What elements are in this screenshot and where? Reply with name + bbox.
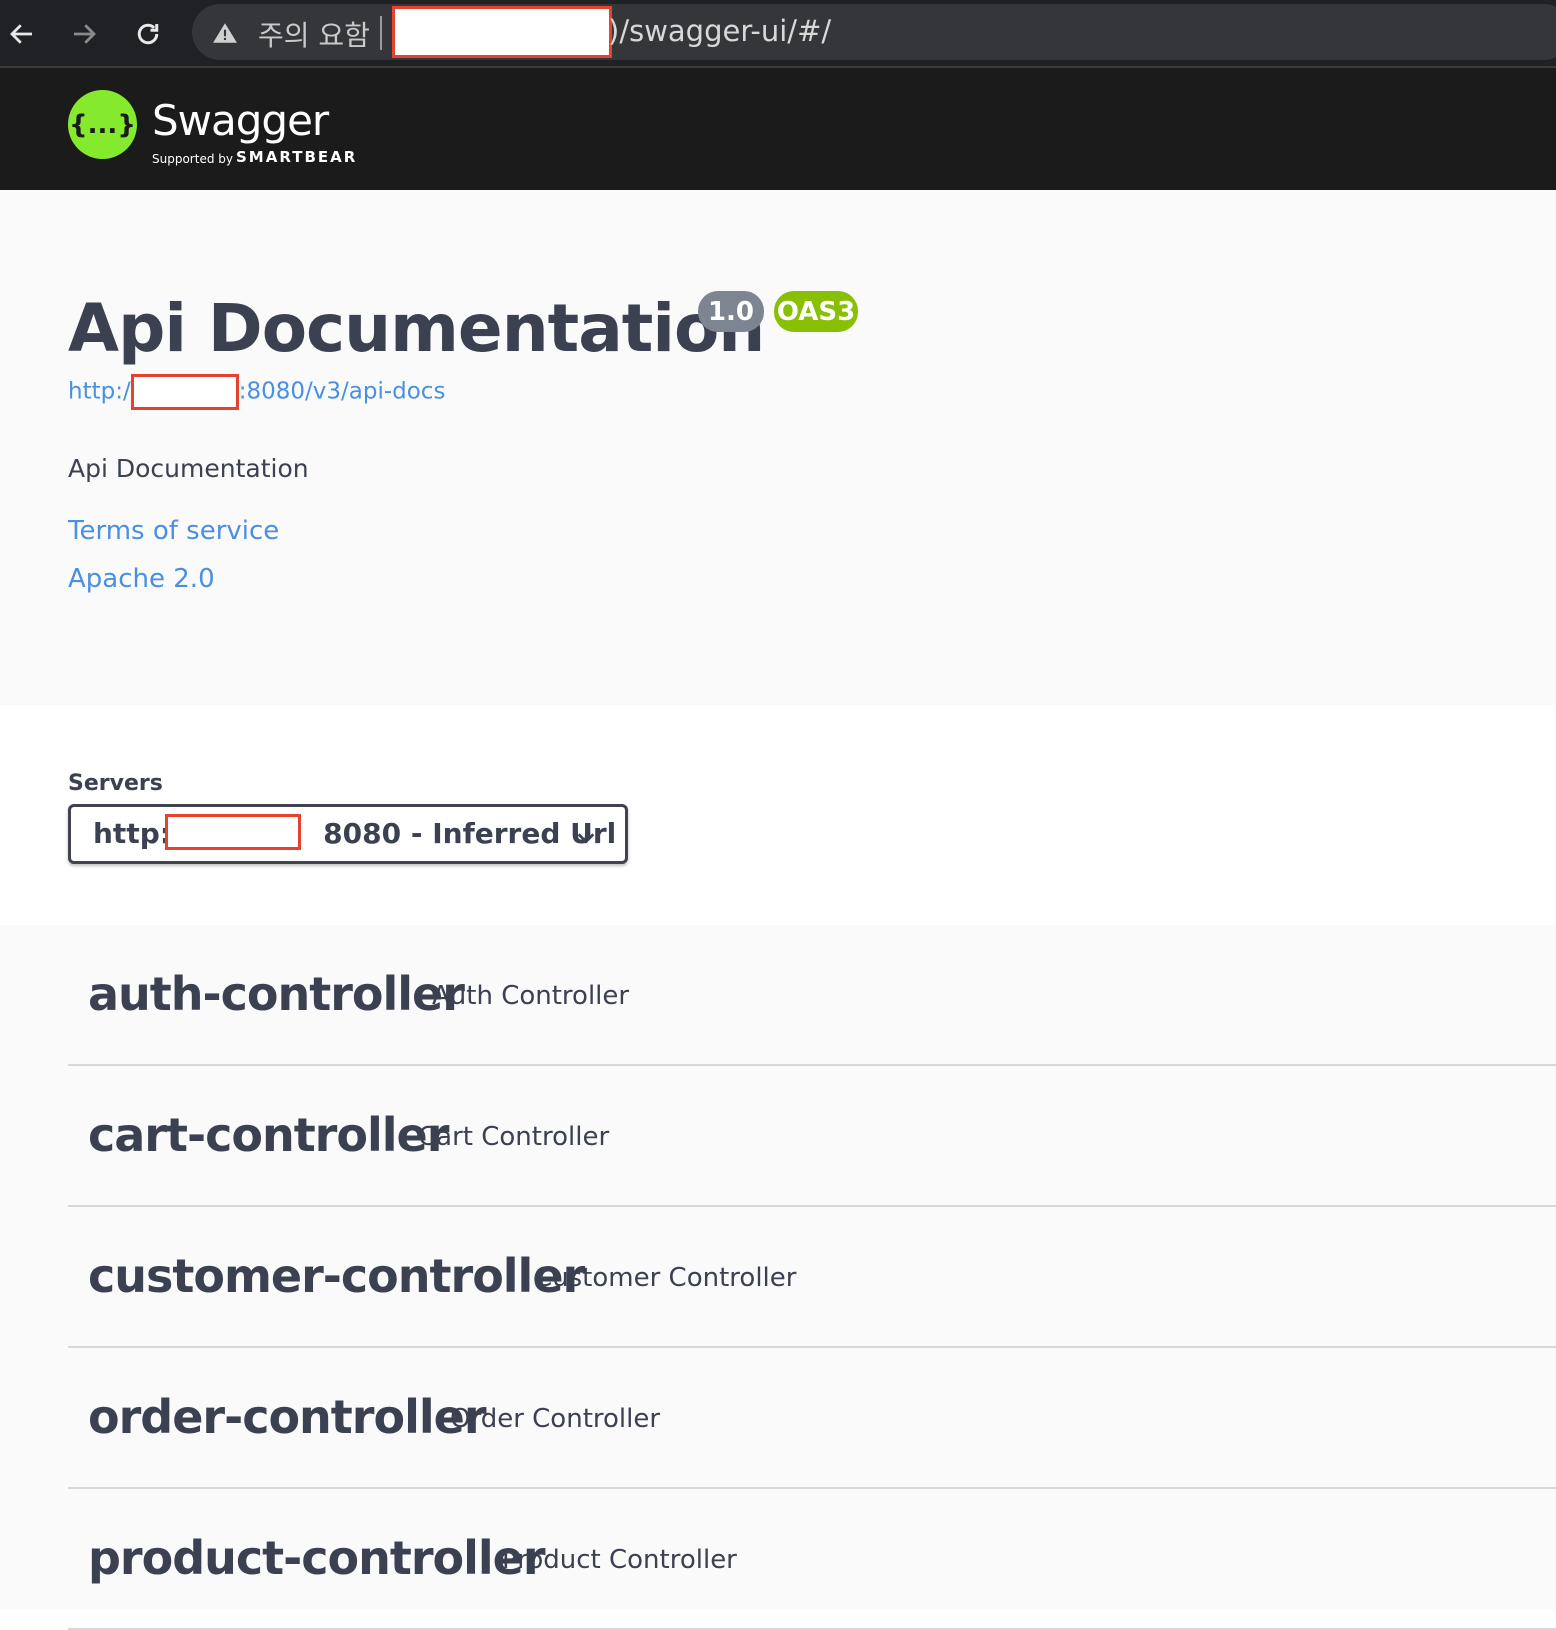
api-docs-link-prefix: http:/ (68, 378, 131, 405)
license-link[interactable]: Apache 2.0 (68, 564, 215, 594)
swagger-logo-icon[interactable]: {...} (68, 90, 137, 159)
api-description: Api Documentation (68, 454, 309, 483)
reload-icon[interactable] (126, 12, 170, 56)
tag-auth-controller[interactable]: auth-controller Auth Controller (68, 925, 1556, 1066)
smartbear-logo: SMARTBEAR (236, 148, 358, 166)
oas-badge: OAS3 (774, 291, 858, 332)
forward-arrow-icon[interactable] (62, 12, 106, 56)
tag-name[interactable]: product-controller (88, 1531, 546, 1585)
servers-section: Servers http:/8080 - Inferred Url (0, 705, 1556, 925)
tag-description: Order Controller (450, 1404, 661, 1434)
address-divider (380, 16, 382, 50)
redacted-host (392, 6, 612, 58)
version-badge: 1.0 (698, 291, 764, 332)
chevron-down-icon (577, 833, 595, 844)
url-path[interactable]: )/swagger-ui/#/ (608, 14, 831, 48)
security-warning-text[interactable]: 주의 요함 (258, 14, 370, 54)
api-info-section: Api Documentation 1.0 OAS3 http:/ :8080/v… (0, 190, 1556, 705)
operations-section: auth-controller Auth Controller cart-con… (0, 925, 1556, 1630)
redacted-host (165, 814, 301, 850)
tag-description: Customer Controller (534, 1263, 797, 1293)
api-docs-link[interactable]: http:/ :8080/v3/api-docs (68, 374, 445, 410)
api-title: Api Documentation (68, 290, 765, 367)
address-bar[interactable]: 주의 요함 )/swagger-ui/#/ (192, 4, 1556, 60)
servers-label: Servers (68, 771, 163, 796)
browser-toolbar: 주의 요함 )/swagger-ui/#/ (0, 0, 1556, 68)
tag-name[interactable]: customer-controller (88, 1249, 585, 1303)
tag-description: Auth Controller (432, 981, 630, 1011)
warning-triangle-icon (213, 23, 237, 43)
api-docs-link-suffix: :8080/v3/api-docs (238, 378, 446, 405)
tag-description: Product Controller (502, 1545, 737, 1575)
tag-name[interactable]: order-controller (88, 1390, 487, 1444)
back-arrow-icon[interactable] (0, 12, 44, 56)
tag-cart-controller[interactable]: cart-controller Cart Controller (68, 1066, 1556, 1207)
tag-customer-controller[interactable]: customer-controller Customer Controller (68, 1207, 1556, 1348)
swagger-topbar: {...} Swagger Supported by SMARTBEAR (0, 68, 1556, 190)
redacted-host (130, 374, 239, 410)
terms-of-service-link[interactable]: Terms of service (68, 516, 279, 546)
tag-description: Cart Controller (418, 1122, 610, 1152)
tag-order-controller[interactable]: order-controller Order Controller (68, 1348, 1556, 1489)
server-select[interactable]: http:/8080 - Inferred Url (68, 804, 628, 864)
swagger-brand-name[interactable]: Swagger (152, 96, 329, 145)
server-url-suffix: 8080 - Inferred Url (323, 817, 617, 850)
tag-name[interactable]: cart-controller (88, 1108, 449, 1162)
supported-by-text: Supported by (152, 152, 233, 166)
tag-name[interactable]: auth-controller (88, 967, 465, 1021)
tag-product-controller[interactable]: product-controller Product Controller (68, 1489, 1556, 1630)
